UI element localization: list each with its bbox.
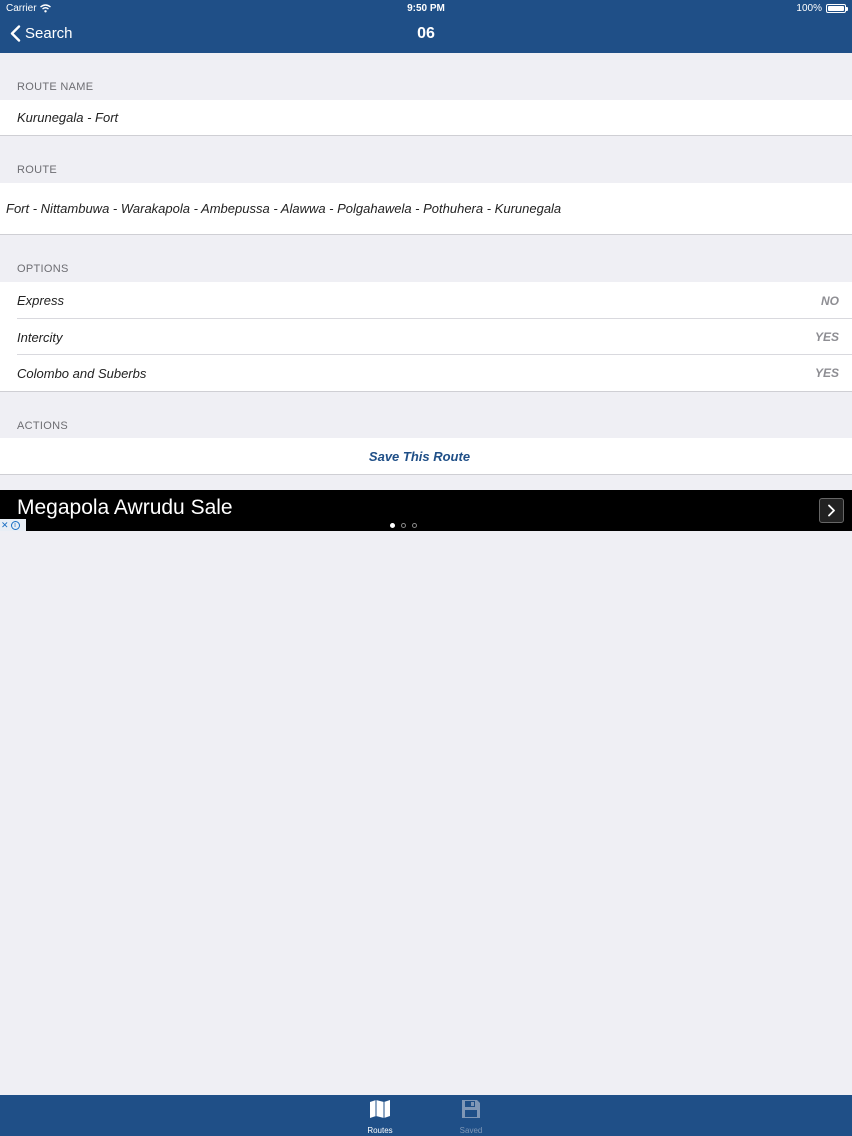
option-colombo-suburbs: Colombo and Suberbs YES bbox=[0, 355, 852, 392]
option-value: YES bbox=[814, 366, 839, 380]
status-time: 9:50 PM bbox=[407, 3, 445, 14]
ad-page-dot bbox=[390, 523, 395, 528]
option-label: Express bbox=[17, 293, 64, 308]
battery-percent: 100% bbox=[796, 3, 822, 14]
route-value: Fort - Nittambuwa - Warakapola - Ambepus… bbox=[6, 201, 562, 216]
route-cell: Fort - Nittambuwa - Warakapola - Ambepus… bbox=[0, 183, 852, 235]
ad-page-dot bbox=[401, 523, 406, 528]
ad-page-dot bbox=[412, 523, 417, 528]
page-title: 06 bbox=[417, 25, 435, 42]
save-route-label: Save This Route bbox=[368, 448, 471, 464]
tab-label: Saved bbox=[459, 1126, 483, 1135]
route-name-header: ROUTE NAME bbox=[17, 81, 94, 93]
route-name-value: Kurunegala - Fort bbox=[17, 110, 119, 125]
battery-indicator: 100% bbox=[796, 3, 848, 14]
tab-bar: Routes Saved bbox=[0, 1095, 852, 1136]
option-value: NO bbox=[821, 293, 839, 308]
option-value: YES bbox=[814, 330, 839, 344]
route-header: ROUTE bbox=[17, 164, 57, 176]
route-name-cell: Kurunegala - Fort bbox=[0, 100, 852, 136]
option-intercity: Intercity YES bbox=[0, 319, 852, 355]
floppy-disk-icon bbox=[462, 1100, 480, 1118]
top-bar: Carrier 9:50 PM 100% Search 06 bbox=[0, 0, 852, 53]
tab-routes[interactable]: Routes bbox=[350, 1099, 410, 1135]
ad-page-dots bbox=[390, 523, 417, 528]
battery-icon bbox=[826, 4, 848, 13]
status-bar: Carrier 9:50 PM 100% bbox=[0, 0, 852, 18]
option-label: Intercity bbox=[17, 329, 63, 345]
actions-header: ACTIONS bbox=[17, 420, 68, 432]
ad-next-button[interactable] bbox=[819, 498, 844, 523]
navigation-bar: Search 06 bbox=[0, 18, 852, 53]
options-header: OPTIONS bbox=[17, 263, 69, 275]
tab-label: Routes bbox=[367, 1126, 393, 1135]
adchoices-icon: i bbox=[10, 520, 20, 530]
map-icon bbox=[370, 1100, 390, 1118]
option-express: Express NO bbox=[0, 282, 852, 319]
close-icon[interactable]: ✕ bbox=[1, 520, 9, 530]
chevron-right-icon bbox=[828, 504, 835, 517]
adchoices-badge[interactable]: ✕ i bbox=[0, 519, 26, 531]
save-route-button[interactable]: Save This Route bbox=[0, 438, 852, 475]
tab-saved[interactable]: Saved bbox=[441, 1099, 501, 1135]
ad-banner[interactable]: Megapola Awrudu Sale bbox=[0, 490, 852, 531]
option-label: Colombo and Suberbs bbox=[17, 365, 147, 381]
ad-text: Megapola Awrudu Sale bbox=[17, 496, 233, 519]
